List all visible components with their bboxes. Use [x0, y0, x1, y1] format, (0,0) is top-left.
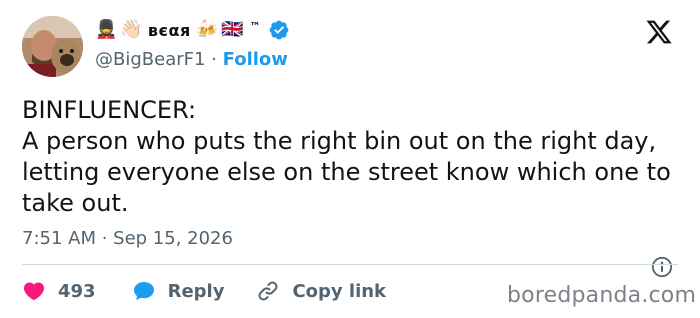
reply-bubble-icon [133, 282, 154, 301]
handle-row: @BigBearF1 · Follow [95, 49, 288, 71]
display-name[interactable]: 💂 👋🏻 вєαя 🍻 🇬🇧 ™ [95, 17, 290, 43]
reply-label: Reply [167, 280, 225, 302]
like-count: 493 [58, 280, 96, 302]
separator-dot: · [211, 49, 217, 70]
follow-button[interactable]: Follow [223, 49, 288, 70]
link-icon [258, 281, 278, 301]
waving-hand-emoji: 👋🏻 [120, 19, 143, 40]
tweet-card: 💂 👋🏻 вєαя 🍻 🇬🇧 ™ @BigBearF1 · Follow BIN… [0, 0, 700, 318]
beer-mugs-emoji: 🍻 [195, 19, 219, 40]
avatar[interactable] [22, 16, 83, 77]
info-icon[interactable] [651, 256, 673, 278]
author-handle[interactable]: @BigBearF1 [95, 49, 205, 70]
x-logo-icon[interactable] [644, 18, 674, 46]
tweet-text: BINFLUENCER: A person who puts the right… [22, 96, 671, 217]
verified-badge-icon [269, 20, 288, 40]
reply-button[interactable]: Reply [132, 279, 225, 303]
display-name-text: вєαя [147, 20, 191, 40]
copy-link-label: Copy link [292, 280, 387, 302]
watermark: boredpanda.com [507, 283, 697, 308]
action-bar: 493 Reply Copy link [22, 278, 386, 304]
heart-icon [23, 282, 45, 301]
guardsman-emoji: 💂 [95, 19, 118, 40]
like-button[interactable]: 493 [22, 279, 96, 303]
copy-link-button[interactable]: Copy link [256, 279, 386, 303]
tweet-timestamp[interactable]: 7:51 AM · Sep 15, 2026 [22, 228, 233, 250]
trademark-symbol: ™ [249, 19, 261, 33]
divider [22, 264, 678, 265]
uk-flag-emoji: 🇬🇧 [221, 19, 244, 40]
